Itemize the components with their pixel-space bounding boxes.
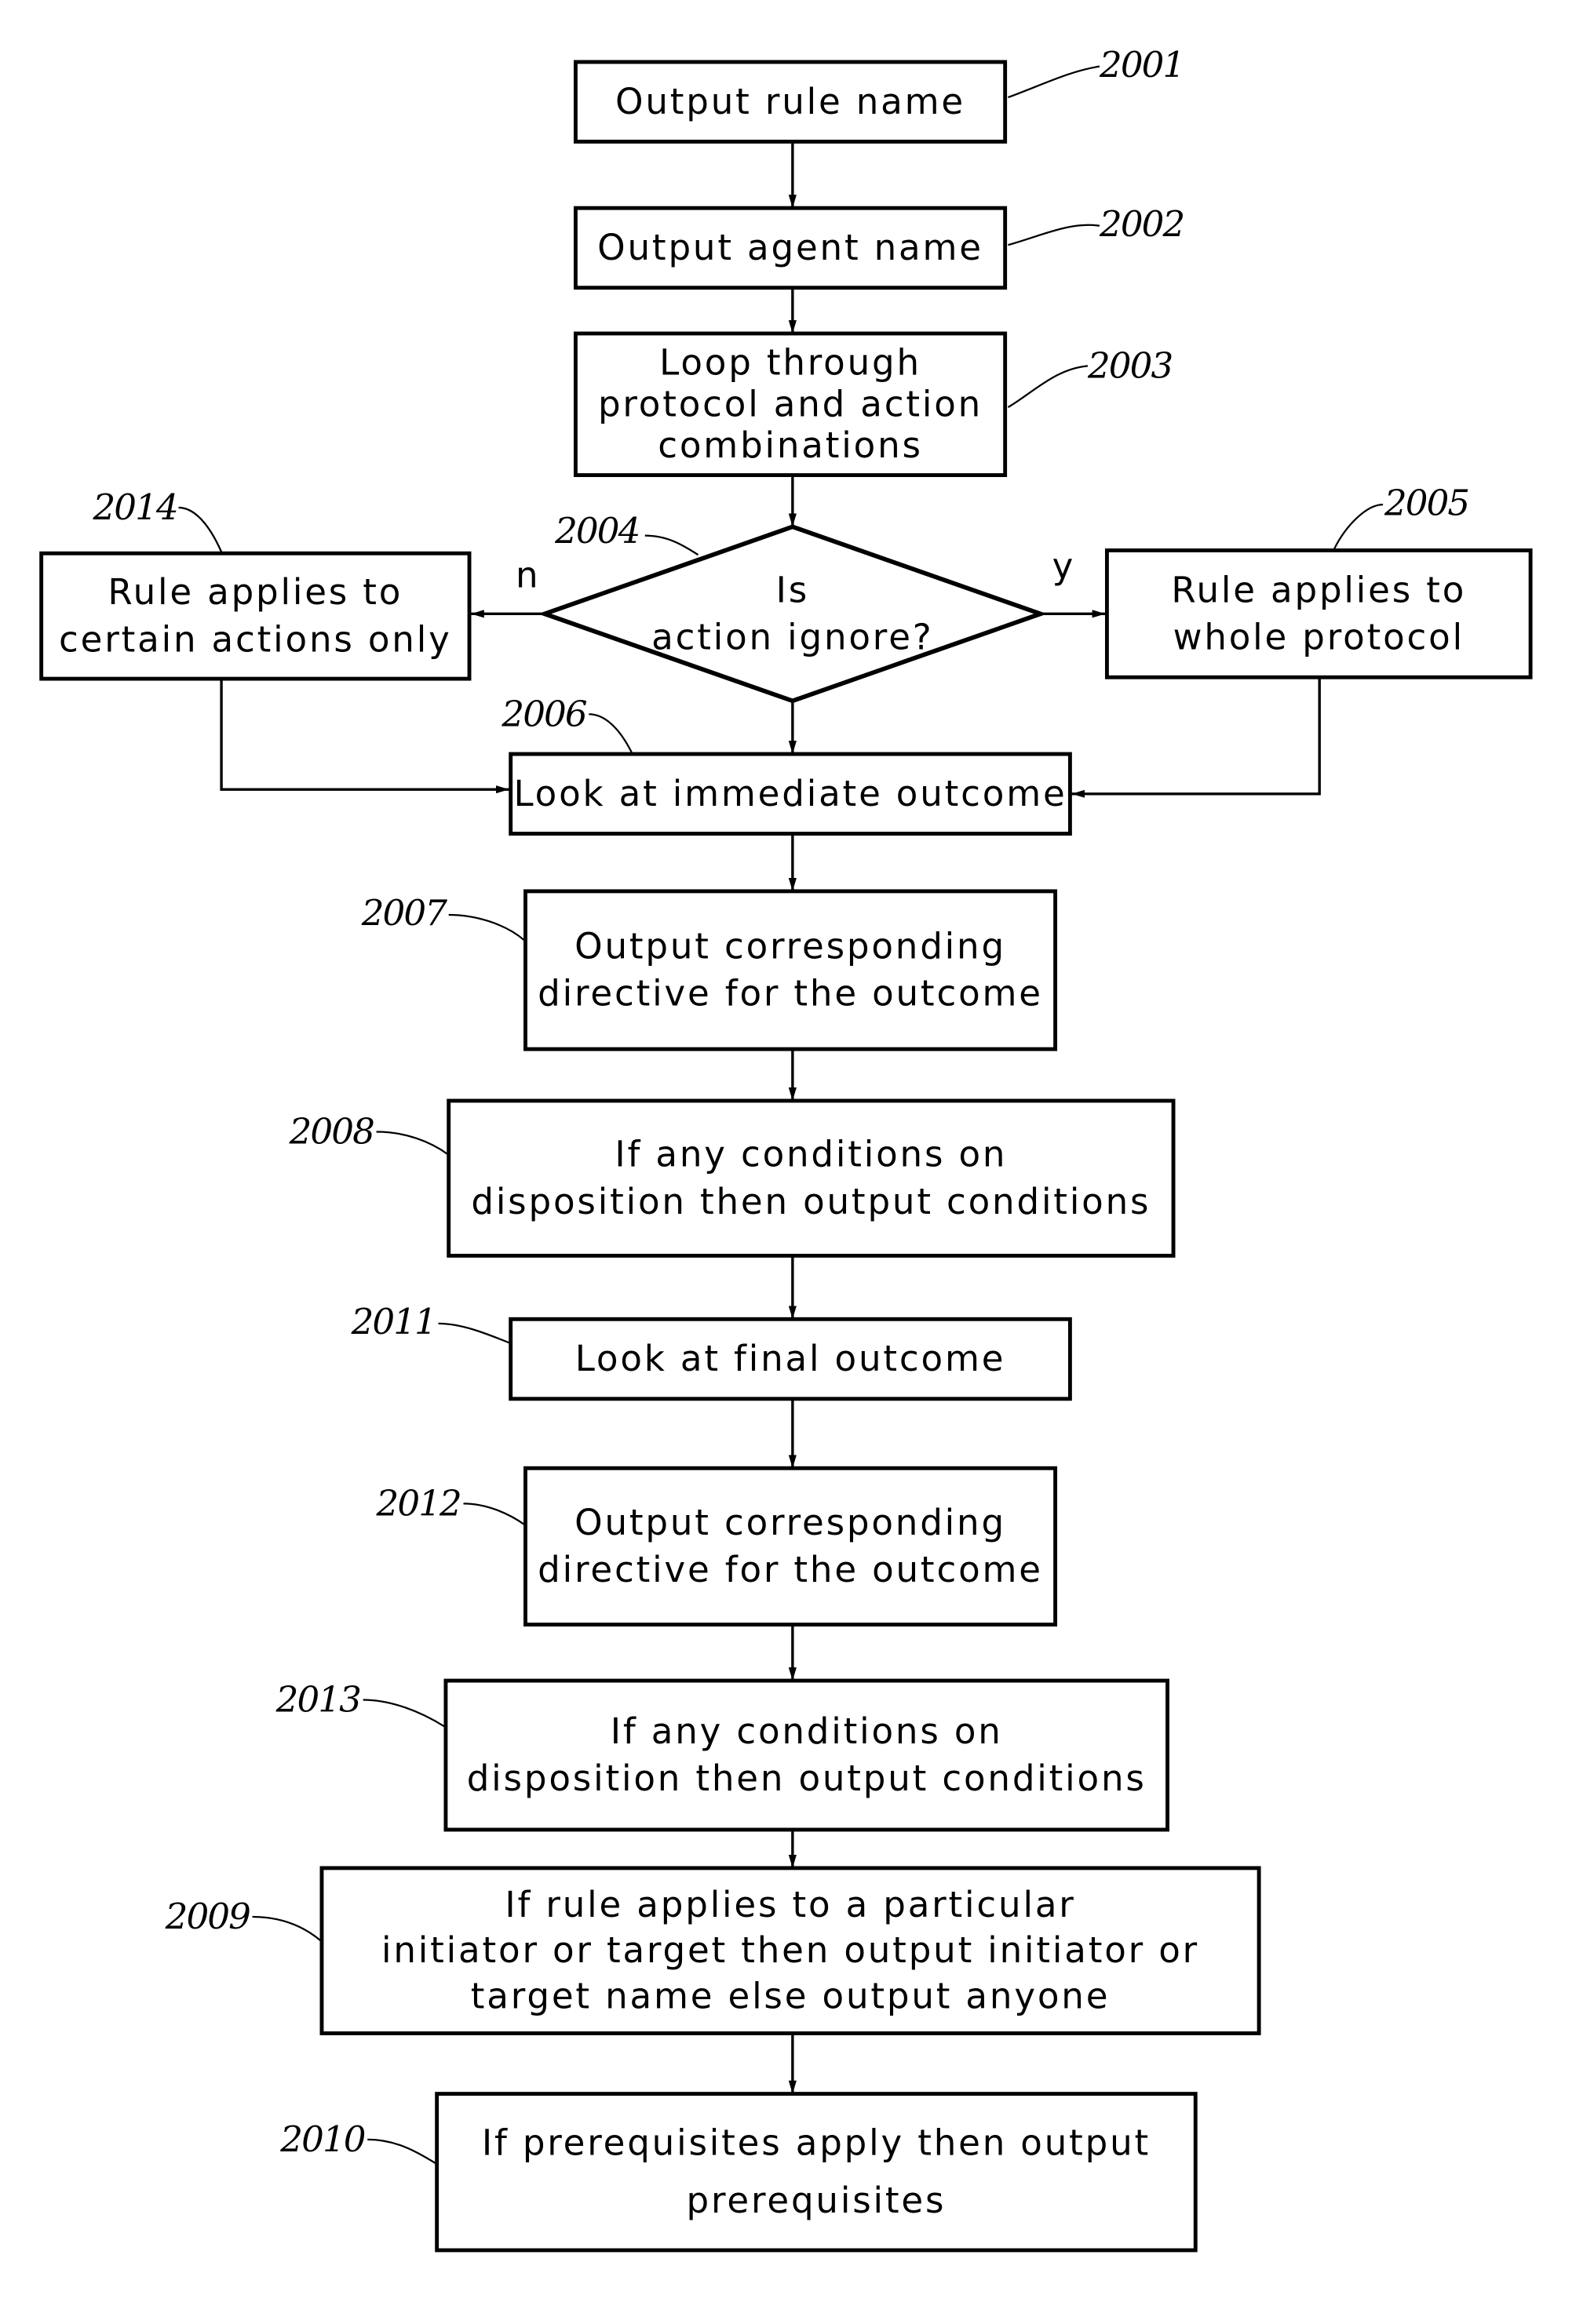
process-box [523,1466,1058,1627]
node-label-line: Output rule name [615,81,965,122]
reference-leader-line [178,506,223,552]
node-2011: Look at final outcome [509,1317,1072,1401]
node-label-line: action ignore? [651,616,933,657]
branch-label: n [516,554,538,596]
process-box [435,2092,1198,2253]
reference-numeral: 2004 [554,510,639,552]
reference-numeral: 2009 [165,1896,250,1937]
node-2013: If any conditions on disposition then out… [443,1678,1169,1832]
node-label-line: Loop through [659,342,921,384]
process-box [443,1678,1169,1832]
reference-leader-line [367,2138,436,2164]
node-label-line: disposition then output conditions [467,1758,1147,1799]
node-label-line: Output corresponding [574,1502,1006,1543]
node-2005: Rule applies to whole protocol [1104,548,1533,679]
branch-label: y [1052,545,1074,587]
reference-leader-line [252,1915,321,1941]
flowchart: n y Output rule name Output agent name Loop… [39,44,1533,2253]
node-label-line: Look at final outcome [575,1338,1006,1379]
reference-numeral: 2008 [289,1110,374,1152]
node-label-line: Rule applies to [108,571,403,613]
node-label-line: prerequisites [687,2180,947,2221]
reference-numeral: 2011 [351,1301,436,1342]
node-2003: Loop throughprotocol and actioncombinati… [573,331,1008,478]
node-2004: Is action ignore? [538,524,1048,704]
node-label-line: target name else output anyone [471,1976,1110,2017]
reference-leader-line [438,1322,510,1344]
node-label-line: Is [776,569,809,610]
reference-leader-line [1007,365,1089,409]
node-2012: Output corresponding directive for the ou… [523,1466,1058,1627]
reference-numeral: 2003 [1087,344,1172,386]
node-label-line: If rule applies to a particular [505,1884,1075,1925]
reference-leader-line [363,1699,445,1728]
node-label-line: combinations [658,424,923,466]
node-label-line: directive for the outcome [538,1549,1043,1590]
edge-arrow-2014-2006 [220,679,509,794]
node-label-line: Output agent name [597,227,983,268]
reference-numeral: 2014 [92,486,177,528]
node-label-line: If prerequisites apply then output [482,2122,1151,2164]
reference-leader-line [1333,504,1384,550]
node-2014: Rule applies to certain actions only [39,551,472,681]
reference-numeral: 2013 [275,1679,360,1721]
reference-leader-line [448,913,525,941]
node-label-line: disposition then output conditions [471,1181,1151,1222]
reference-numeral: 2010 [279,2118,365,2160]
node-label-line: protocol and action [598,383,983,424]
node-label-line: If any conditions on [611,1710,1003,1752]
node-2009: If rule applies to a particularinitiator… [319,1866,1261,2035]
reference-leader-line [644,534,699,556]
reference-numeral: 2006 [501,693,586,734]
node-2002: Output agent name [573,206,1008,290]
node-label-line: directive for the outcome [538,973,1043,1014]
node-label-line: Rule applies to [1171,569,1466,610]
reference-numeral: 2012 [376,1482,461,1524]
node-label-line: If any conditions on [615,1134,1007,1175]
node-label-line: certain actions only [59,618,452,660]
reference-numeral: 2002 [1099,203,1184,245]
reference-numeral: 2007 [361,892,447,934]
node-label-line: initiator or target then output initiato… [381,1929,1199,1971]
decision-diamond [538,524,1048,704]
node-label-line: Look at immediate outcome [513,773,1067,814]
process-box [447,1098,1176,1258]
edge-arrow-2005-2006 [1071,677,1321,798]
reference-numeral: 2005 [1384,482,1468,523]
reference-leader-line [589,713,633,753]
node-2008: If any conditions on disposition then out… [447,1098,1176,1258]
reference-leader-line [1008,224,1100,246]
reference-leader-line [1008,65,1100,99]
node-2007: Output corresponding directive for the ou… [523,889,1058,1051]
node-2010: If prerequisites apply then output prereq… [435,2092,1198,2253]
reference-leader-line [376,1131,448,1155]
node-label-line: Output corresponding [574,925,1006,967]
node-2006: Look at immediate outcome [509,752,1072,836]
reference-leader-line [463,1503,525,1525]
reference-numeral: 2001 [1099,44,1184,86]
node-label-line: whole protocol [1173,616,1465,657]
process-box [523,889,1058,1051]
node-2001: Output rule name [573,60,1008,144]
